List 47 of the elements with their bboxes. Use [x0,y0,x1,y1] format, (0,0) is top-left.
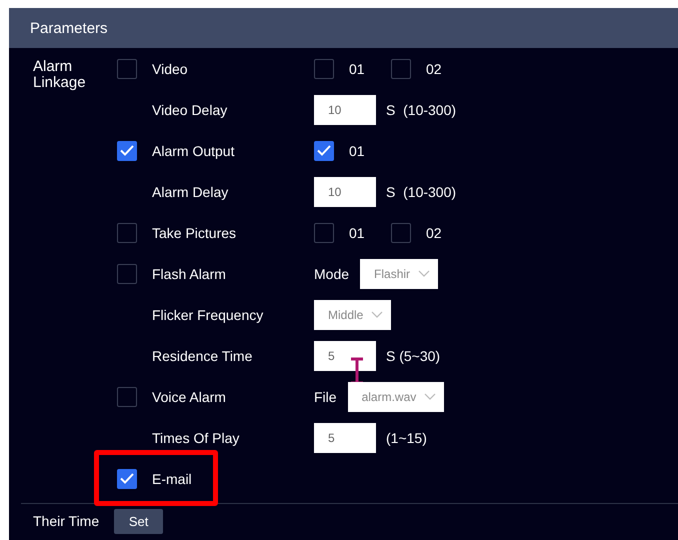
chevron-down-icon [371,311,384,318]
number-field[interactable]: 5 [314,340,376,370]
dropdown[interactable]: Middle [314,300,392,330]
range-text: S (5~30) [386,348,440,364]
checkbox[interactable] [391,58,411,78]
range-text: S (10-300) [386,102,456,118]
checkbox[interactable] [117,222,137,242]
setting-label: Their Time [33,513,100,529]
checkbox-label: 01 [349,142,365,158]
range-text: (1~15) [386,430,427,446]
option-label: Times Of Play [152,430,240,446]
checkbox[interactable] [117,140,137,160]
checkbox[interactable] [117,386,137,406]
checkbox-label: 02 [426,224,442,240]
field-label: Mode [314,266,350,282]
option-label: Flicker Frequency [152,306,264,322]
checkbox[interactable] [117,264,137,284]
range-text: S (10-300) [386,184,456,200]
checkbox[interactable] [314,140,334,160]
checkbox[interactable] [117,468,137,488]
option-label: Video Delay [152,102,228,118]
checkbox[interactable] [117,58,137,78]
option-label: Flash Alarm [152,266,227,282]
checkbox-label: 02 [426,60,442,76]
panel-title: Parameters [30,20,108,36]
option-label: Take Pictures [152,224,238,240]
checkbox[interactable] [391,222,411,242]
option-label: Video [152,60,189,76]
checkbox-label: 01 [349,224,365,240]
checkbox[interactable] [314,58,334,78]
chevron-down-icon [418,270,430,277]
section-label: Alarm Linkage [33,58,86,91]
option-label: Residence Time [152,348,254,364]
checkbox-label: 01 [349,60,365,76]
option-label: E-mail [152,470,193,486]
number-field[interactable]: 10 [314,94,376,124]
chevron-down-icon [424,393,436,400]
set-button[interactable]: Set [114,508,164,534]
option-label: Voice Alarm [152,388,227,404]
field-label: File [314,388,337,404]
number-field[interactable]: 10 [314,176,376,206]
option-label: Alarm Delay [152,184,230,200]
number-field[interactable]: 5 [314,422,376,452]
dropdown[interactable]: Flashir [360,258,438,288]
dropdown[interactable]: alarm.wav [348,382,444,412]
option-label: Alarm Output [152,142,236,158]
checkbox[interactable] [314,222,334,242]
